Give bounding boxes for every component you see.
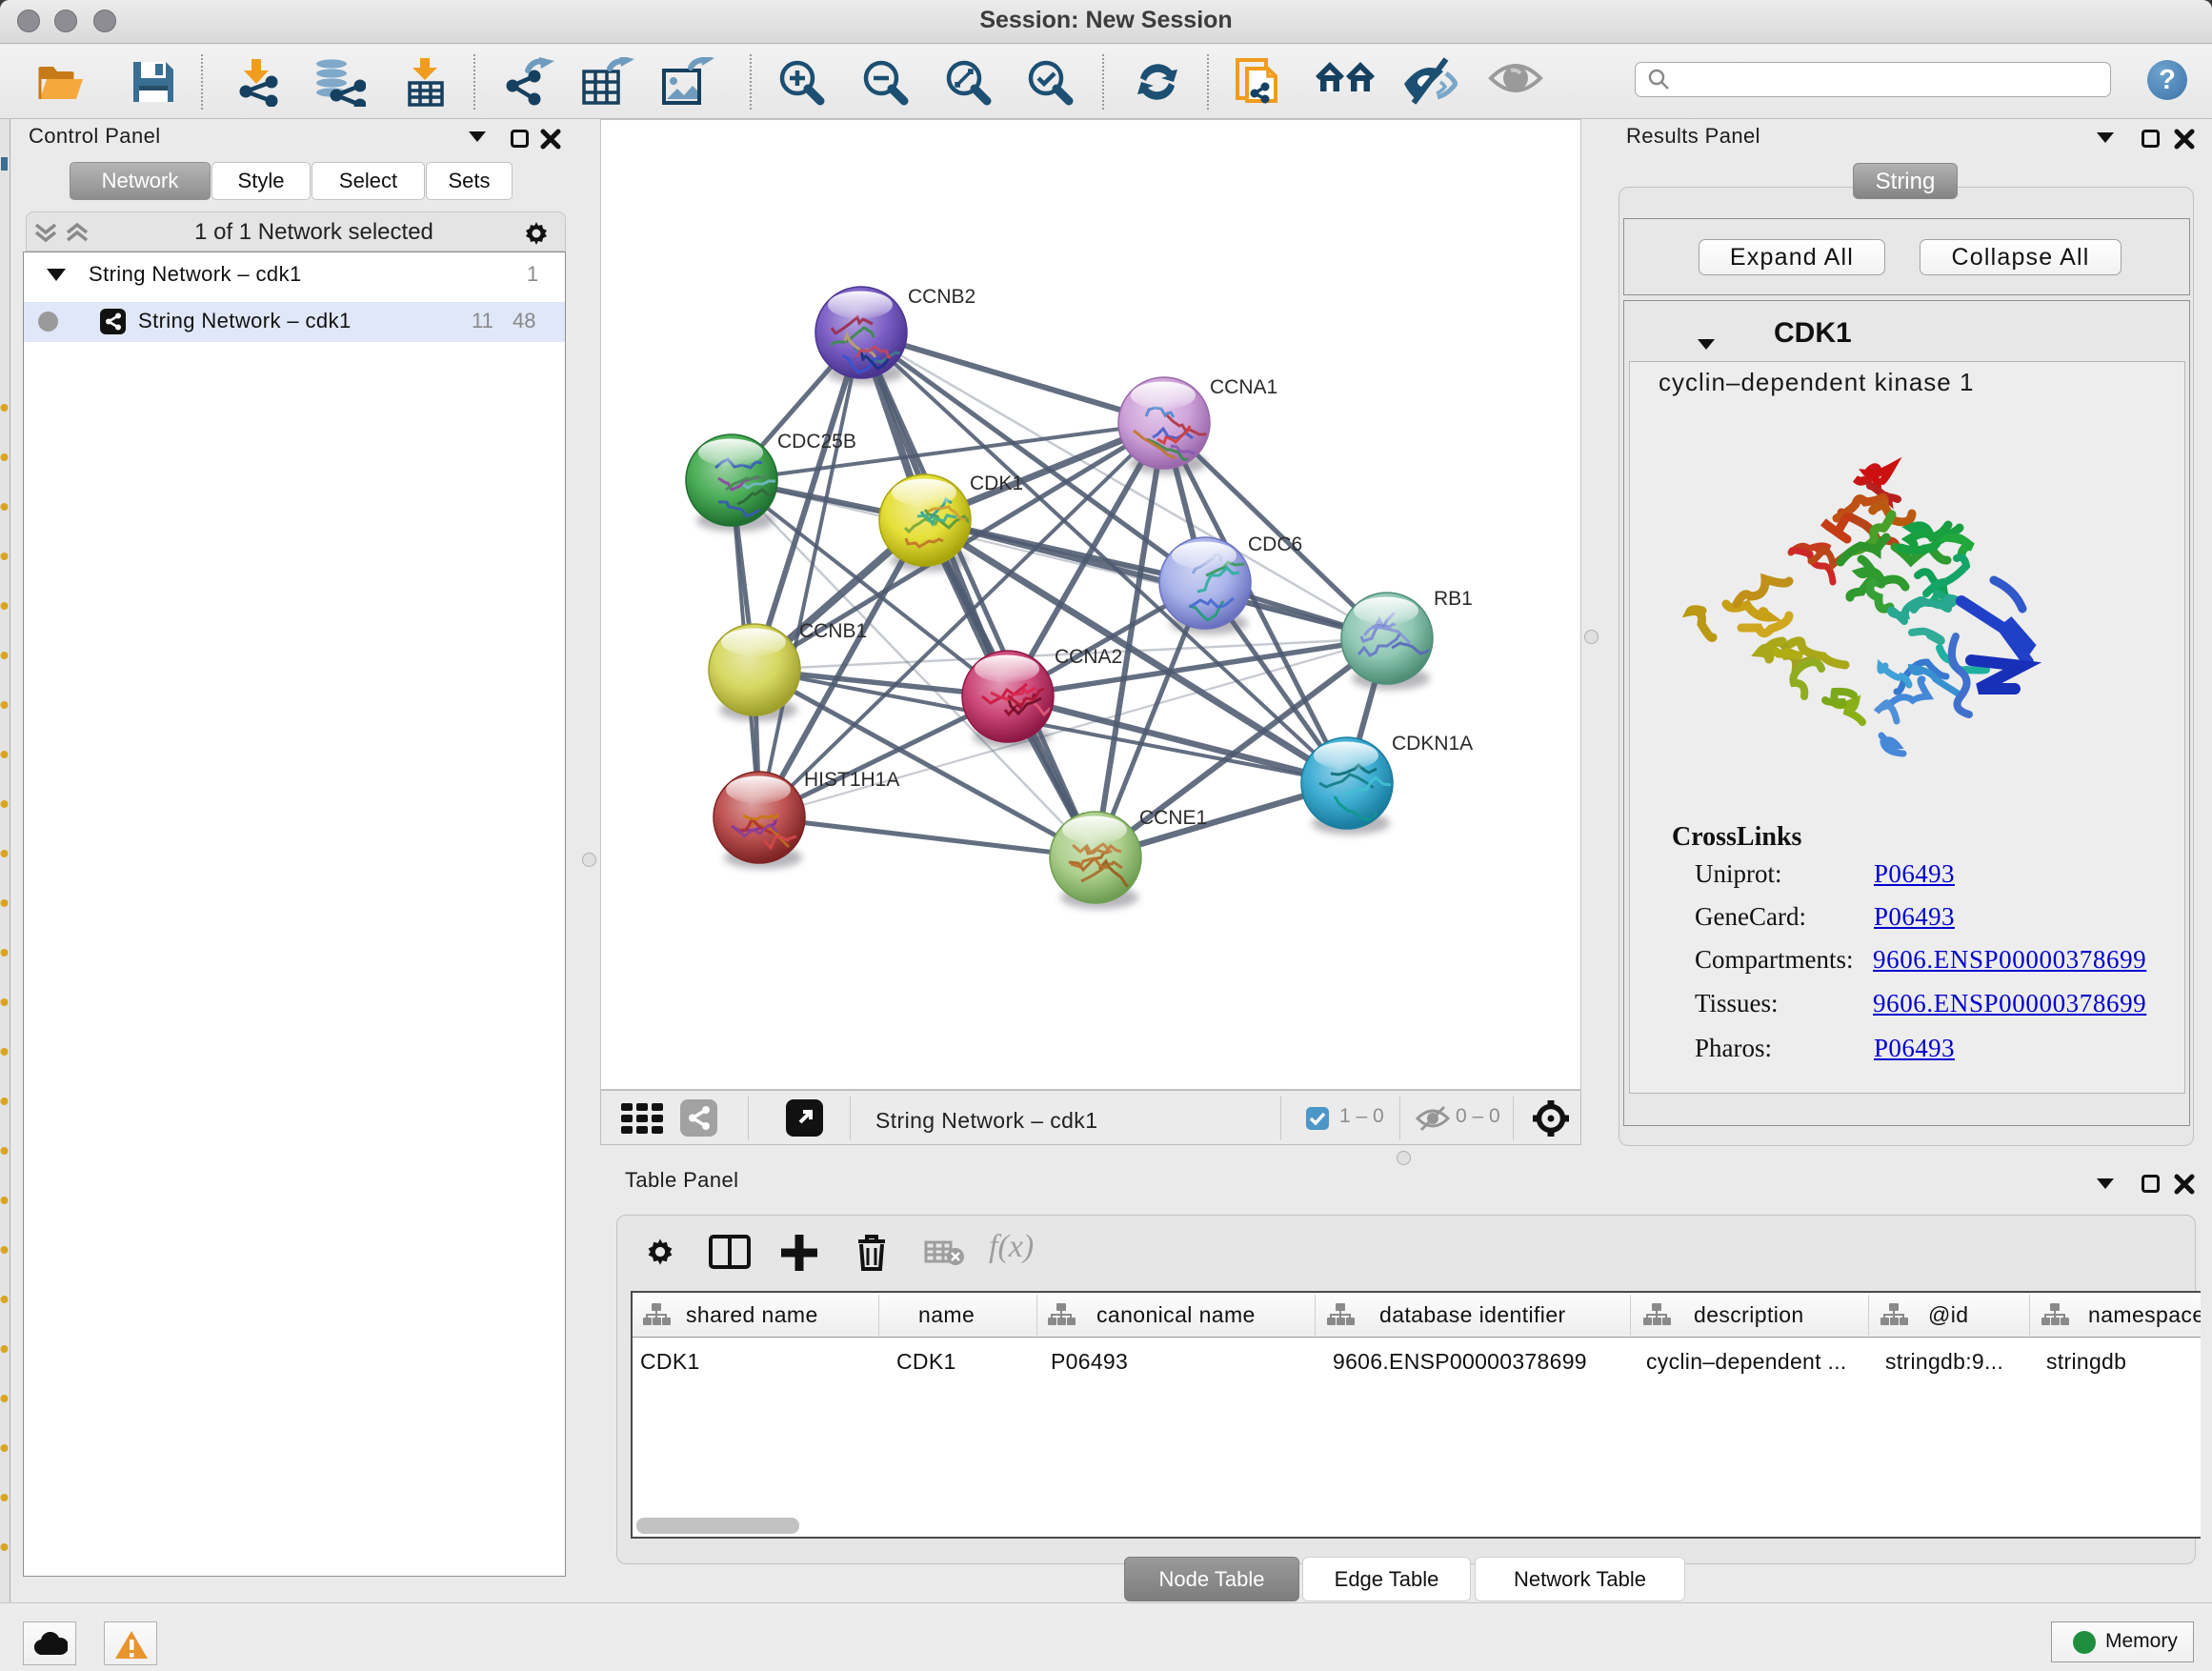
svg-text:CCNB2: CCNB2	[908, 286, 975, 308]
svg-text:CCNA2: CCNA2	[1055, 646, 1122, 668]
svg-text:CCNE1: CCNE1	[1139, 807, 1207, 829]
svg-text:HIST1H1A: HIST1H1A	[804, 769, 899, 791]
svg-text:CDC6: CDC6	[1248, 534, 1302, 555]
svg-text:RB1: RB1	[1434, 588, 1473, 610]
svg-text:CCNA1: CCNA1	[1210, 376, 1277, 398]
svg-text:CDKN1A: CDKN1A	[1392, 733, 1473, 755]
svg-text:CDK1: CDK1	[970, 473, 1023, 494]
svg-text:CCNB1: CCNB1	[799, 620, 867, 642]
svg-text:CDC25B: CDC25B	[777, 431, 856, 453]
